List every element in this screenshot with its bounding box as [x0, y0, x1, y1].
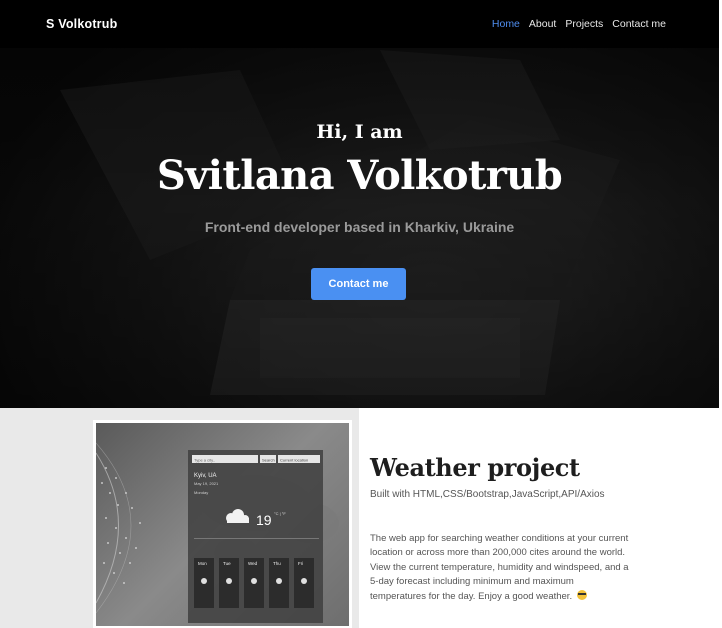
hero-section: S Volkotrub Home About Projects Contact …	[0, 0, 719, 408]
preview-unit: °C | °F	[274, 511, 286, 516]
preview-forecast-day: Mon	[198, 561, 207, 566]
preview-location-button: Current location	[280, 458, 308, 463]
preview-search-button: Search	[262, 458, 275, 463]
project-title: Weather project	[370, 453, 580, 482]
project-screenshot-frame[interactable]: Type a city.. Search Current location Ky…	[93, 420, 352, 628]
project-section: Type a city.. Search Current location Ky…	[0, 408, 722, 628]
hero-content: Hi, I am Svitlana Volkotrub Front-end de…	[0, 0, 719, 408]
project-description: The web app for searching weather condit…	[370, 532, 630, 604]
globe-graphic	[101, 467, 141, 584]
project-screenshot: Type a city.. Search Current location Ky…	[96, 423, 349, 626]
weather-app-preview: Type a city.. Search Current location Ky…	[96, 442, 339, 623]
contact-me-button[interactable]: Contact me	[311, 268, 406, 300]
preview-search-input: Type a city..	[194, 458, 215, 463]
preview-forecast: Mon Tue Wed Thu Fri	[194, 558, 314, 608]
hero-greeting: Hi, I am	[316, 121, 403, 143]
project-tech-stack: Built with HTML,CSS/Bootstrap,JavaScript…	[370, 489, 605, 500]
preview-forecast-day: Wed	[248, 561, 258, 566]
preview-forecast-day: Tue	[223, 561, 231, 566]
preview-city: Kyiv, UA	[194, 473, 217, 479]
preview-forecast-day: Thu	[273, 561, 281, 566]
project-description-text: The web app for searching weather condit…	[370, 533, 629, 602]
hero-name: Svitlana Volkotrub	[156, 152, 563, 199]
hero-tagline: Front-end developer based in Kharkiv, Uk…	[204, 219, 515, 235]
sunglasses-emoji-icon	[576, 589, 587, 600]
preview-weekday: Monday	[194, 490, 208, 495]
preview-temperature: 19	[256, 512, 272, 528]
preview-date: May 19, 2021	[194, 481, 219, 486]
preview-forecast-day: Fri	[298, 561, 303, 566]
portfolio-page: S Volkotrub Home About Projects Contact …	[0, 0, 722, 628]
